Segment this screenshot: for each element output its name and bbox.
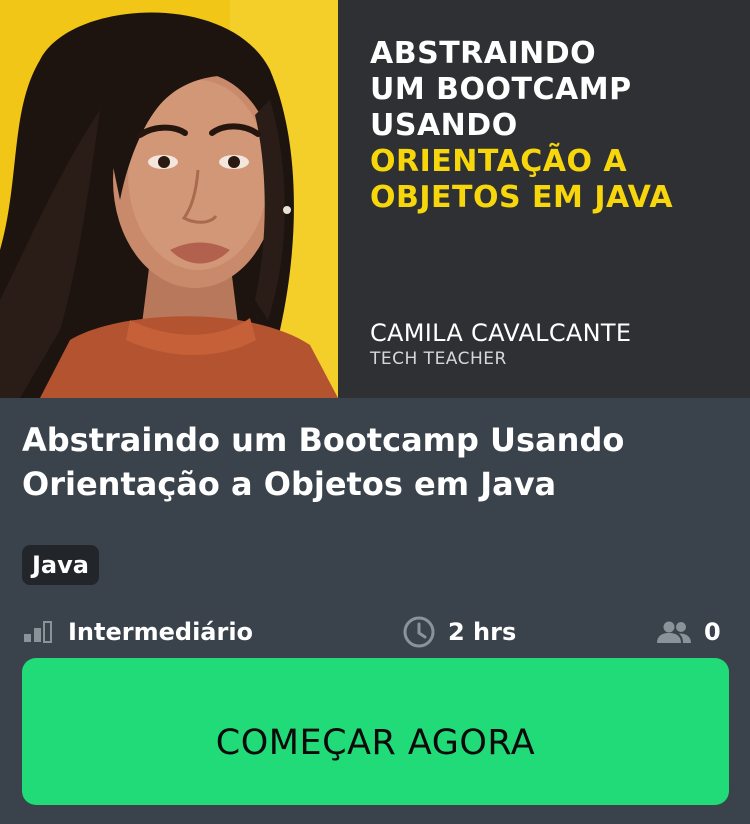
course-students-count: 0	[704, 618, 721, 646]
course-duration-label: 2 hrs	[448, 618, 517, 646]
instructor-role: TECH TEACHER	[370, 349, 507, 369]
course-level-label: Intermediário	[68, 618, 254, 646]
banner-headline-line: USANDO	[370, 108, 518, 143]
course-card[interactable]: ABSTRAINDO UM BOOTCAMP USANDO ORIENTAÇÃO…	[0, 0, 750, 824]
signal-bars-icon	[22, 621, 56, 643]
instructor-name: CAMILA CAVALCANTE	[370, 319, 632, 347]
banner-headline: ABSTRAINDO UM BOOTCAMP USANDO ORIENTAÇÃO…	[370, 36, 740, 216]
instructor-info: CAMILA CAVALCANTE TECH TEACHER	[370, 318, 631, 370]
course-banner: ABSTRAINDO UM BOOTCAMP USANDO ORIENTAÇÃO…	[0, 0, 750, 398]
start-now-button[interactable]: COMEÇAR AGORA	[22, 658, 729, 805]
course-title[interactable]: Abstraindo um Bootcamp Usando Orientação…	[22, 418, 734, 506]
instructor-photo	[0, 0, 338, 398]
course-tag[interactable]: Java	[22, 545, 99, 585]
course-students: 0	[656, 612, 721, 652]
banner-headline-line: ABSTRAINDO	[370, 36, 597, 71]
course-level: Intermediário	[22, 612, 253, 652]
banner-headline-highlight: ORIENTAÇÃO A	[370, 144, 628, 179]
people-icon	[656, 620, 692, 644]
banner-headline-highlight: OBJETOS EM JAVA	[370, 180, 674, 215]
clock-icon	[402, 615, 436, 649]
banner-headline-line: UM BOOTCAMP	[370, 72, 632, 107]
course-duration: 2 hrs	[402, 612, 516, 652]
